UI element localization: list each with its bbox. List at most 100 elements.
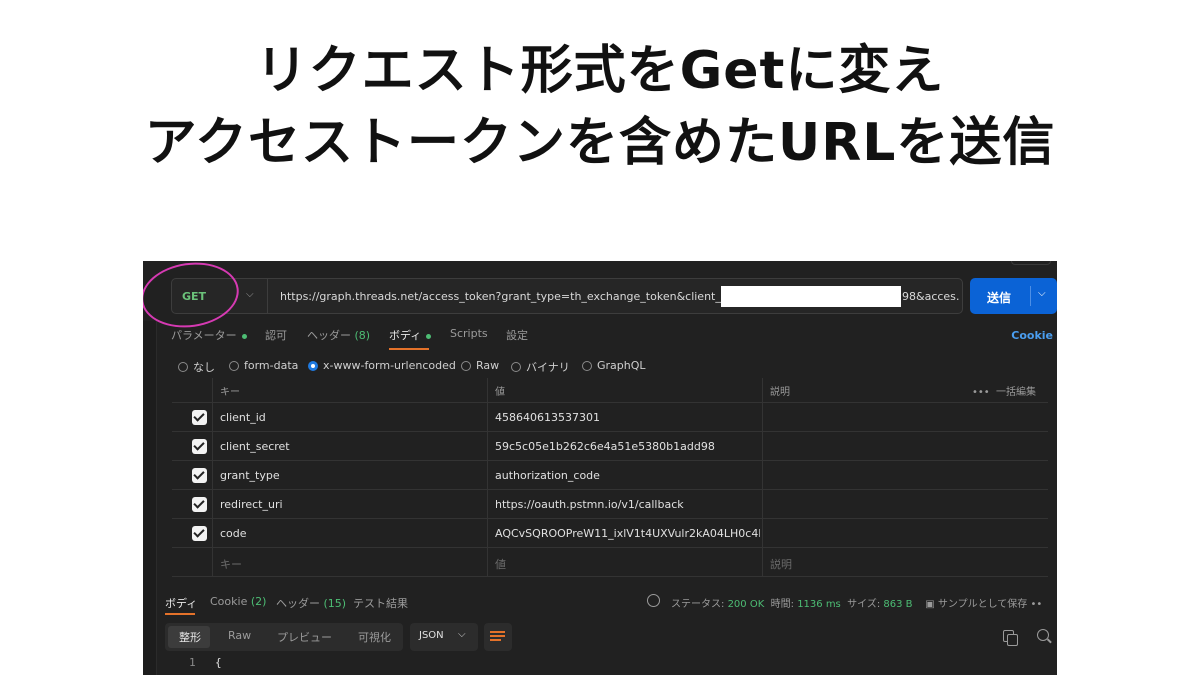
globe-icon[interactable] [647, 594, 660, 607]
param-key[interactable]: grant_type [220, 469, 280, 482]
response-tab-body[interactable]: ボディ [165, 595, 197, 611]
response-tab-headers[interactable]: ヘッダー (15) [276, 595, 346, 611]
copy-icon[interactable] [1003, 630, 1018, 646]
param-value[interactable]: AQCvSQROOPreW11_ixlV1t4UXVulr2kA04LH0c4h… [495, 527, 760, 540]
format-label: JSON [419, 630, 444, 641]
column-divider [212, 378, 213, 402]
table-row: client_secret 59c5c05e1b262c6e4a51e5380b1… [172, 432, 1048, 461]
bulk-edit-label: 一括編集 [996, 387, 1036, 398]
new-description-input[interactable]: 説明 [770, 556, 792, 572]
param-key[interactable]: client_secret [220, 440, 290, 453]
top-right-control [1011, 261, 1051, 265]
body-type-binary-label: バイナリ [526, 361, 570, 374]
param-key[interactable]: redirect_uri [220, 498, 283, 511]
tab-body[interactable]: ボディ [389, 327, 432, 343]
search-icon[interactable] [1037, 629, 1049, 641]
tab-headers-label: ヘッダー [307, 329, 351, 342]
tab-params[interactable]: パラメーター [171, 327, 247, 343]
body-type-graphql-label: GraphQL [597, 359, 646, 372]
format-select[interactable]: JSON ⌵ [410, 623, 478, 651]
bulk-edit-button[interactable]: ••• 一括編集 [972, 383, 1036, 398]
url-input-tail[interactable]: 98&acces… [902, 290, 960, 303]
chevron-down-icon[interactable]: ⌵ [1038, 288, 1046, 299]
headline-line-1: リクエスト形式をGetに変え [255, 41, 945, 101]
response-active-underline [165, 613, 195, 615]
chevron-down-icon: ⌵ [458, 629, 466, 640]
column-divider [762, 432, 763, 460]
chevron-down-icon: ⌵ [246, 289, 254, 300]
tab-scripts[interactable]: Scripts [450, 327, 488, 340]
column-divider [487, 548, 488, 576]
param-value[interactable]: 458640613537301 [495, 411, 760, 424]
row-checkbox[interactable] [192, 468, 207, 483]
view-pretty-button[interactable]: 整形 [179, 629, 201, 645]
save-as-sample-button[interactable]: サンプルとして保存 [938, 599, 1027, 610]
more-icon[interactable]: ••• [972, 387, 990, 398]
body-type-binary[interactable]: バイナリ [511, 359, 570, 375]
params-indicator [241, 333, 247, 339]
row-checkbox[interactable] [192, 526, 207, 541]
new-key-input[interactable]: キー [220, 556, 242, 572]
param-value[interactable]: 59c5c05e1b262c6e4a51e5380b1add98 [495, 440, 760, 453]
status-label: ステータス: [671, 599, 725, 610]
header-value: 値 [495, 387, 505, 398]
table-row: grant_type authorization_code [172, 461, 1048, 490]
response-tab-cookie[interactable]: Cookie (2) [210, 595, 266, 608]
body-type-none[interactable]: なし [178, 359, 215, 375]
response-code: { [215, 656, 222, 669]
header-description: 説明 [770, 387, 790, 398]
redaction-box [721, 286, 901, 307]
wrap-lines-button[interactable] [484, 623, 512, 651]
save-icon[interactable]: ▣ [925, 599, 934, 610]
row-checkbox[interactable] [192, 497, 207, 512]
body-type-urlencoded[interactable]: x-www-form-urlencoded [308, 359, 456, 372]
body-type-graphql[interactable]: GraphQL [582, 359, 646, 372]
column-divider [212, 461, 213, 489]
response-tab-tests[interactable]: テスト結果 [353, 595, 408, 611]
view-mode-segment: 整形 Raw プレビュー 可視化 [165, 623, 403, 651]
param-key[interactable]: code [220, 527, 247, 540]
cookie-count: (2) [250, 595, 267, 608]
table-row: code AQCvSQROOPreW11_ixlV1t4UXVulr2kA04LH… [172, 519, 1048, 548]
param-key[interactable]: client_id [220, 411, 266, 424]
view-visualize-button[interactable]: 可視化 [358, 629, 391, 645]
response-tab-cookie-label: Cookie [210, 595, 248, 608]
column-divider [212, 432, 213, 460]
param-value[interactable]: https://oauth.pstmn.io/v1/callback [495, 498, 760, 511]
response-tab-headers-label: ヘッダー [276, 597, 320, 610]
time-value: 1136 ms [797, 599, 841, 610]
postman-screenshot: GET ⌵ https://graph.threads.net/access_t… [143, 261, 1057, 675]
column-divider [762, 461, 763, 489]
body-type-raw[interactable]: Raw [461, 359, 499, 372]
column-divider [487, 519, 488, 547]
line-number: 1 [189, 656, 196, 669]
headers-count: (8) [354, 329, 371, 342]
column-divider [212, 548, 213, 576]
more-icon[interactable]: •• [1031, 599, 1043, 610]
body-type-raw-label: Raw [476, 359, 500, 372]
table-header: キー 値 説明 ••• 一括編集 [172, 378, 1048, 403]
column-divider [487, 461, 488, 489]
tab-auth[interactable]: 認可 [265, 327, 287, 343]
row-checkbox[interactable] [192, 439, 207, 454]
tab-settings[interactable]: 設定 [506, 327, 528, 343]
column-divider [487, 432, 488, 460]
response-status: ステータス: 200 OK 時間: 1136 ms サイズ: 863 B ▣ サ… [671, 595, 1042, 610]
column-divider [762, 519, 763, 547]
column-divider [487, 378, 488, 402]
tab-headers[interactable]: ヘッダー (8) [307, 327, 370, 343]
table-row-empty: キー 値説明 [172, 548, 1048, 577]
send-button[interactable]: 送信 ⌵ [970, 278, 1057, 314]
body-type-form-data[interactable]: form-data [229, 359, 298, 372]
param-value[interactable]: authorization_code [495, 469, 760, 482]
column-divider [212, 519, 213, 547]
radio-icon [511, 362, 521, 372]
view-raw-button[interactable]: Raw [228, 629, 251, 642]
new-value-input[interactable]: 値 [495, 556, 760, 572]
view-preview-button[interactable]: プレビュー [277, 629, 332, 645]
table-row: client_id 458640613537301 [172, 403, 1048, 432]
cookie-link[interactable]: Cookie [1011, 329, 1053, 342]
response-headers-count: (15) [323, 597, 347, 610]
row-checkbox[interactable] [192, 410, 207, 425]
radio-selected-icon [308, 360, 318, 371]
